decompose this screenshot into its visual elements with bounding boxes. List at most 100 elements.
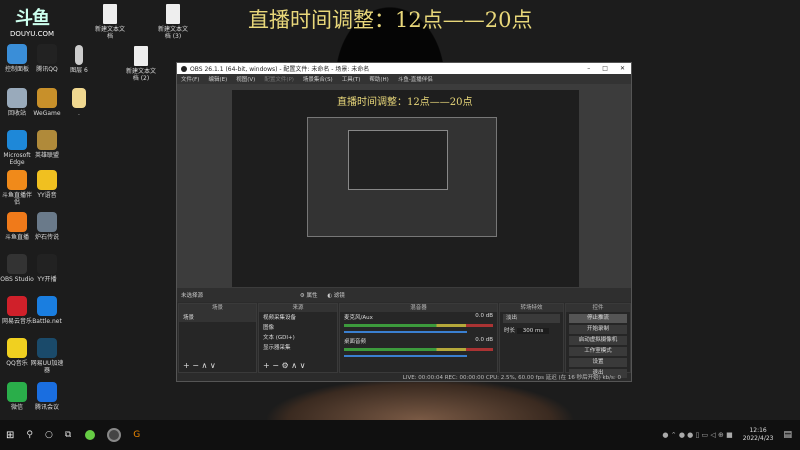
no-source-label: 未选择源	[181, 293, 204, 299]
obs-window: OBS 26.1.1 (64-bit, windows) - 配置文件: 未命名…	[176, 62, 632, 382]
scene-item[interactable]: 场景	[179, 312, 256, 322]
menu-bar: 文件(F) 编辑(E) 视图(V) 配置文件(P) 场景集合(S) 工具(T) …	[177, 74, 631, 84]
settings-button[interactable]: 设置	[569, 358, 627, 367]
desktop-icon-folder[interactable]: .	[62, 88, 96, 117]
desktop-icon[interactable]: 网易UU加速器	[30, 338, 64, 374]
desktop-icon[interactable]: OBS Studio	[0, 254, 34, 283]
desktop-icon-label: 斗鱼直播伴侣	[1, 192, 32, 206]
desktop-volume-slider[interactable]	[344, 355, 467, 357]
menu-profile[interactable]: 配置文件(P)	[264, 75, 294, 83]
duration-input[interactable]: 300 ms	[516, 328, 550, 334]
preview-headline: 直播时间调整：12点——20点	[337, 97, 473, 108]
desktop-icon-label: 炉石传说	[34, 234, 59, 241]
source-item[interactable]: 视频采集设备	[259, 312, 337, 322]
desktop-icon[interactable]: YY开播	[30, 254, 64, 283]
mic-meter	[344, 324, 493, 327]
preview-area[interactable]: 直播时间调整：12点——20点	[177, 84, 631, 288]
desktop-icon[interactable]: Microsoft Edge	[0, 130, 34, 166]
desktop-icon[interactable]: 腾讯会议	[30, 382, 64, 411]
menu-scene-collection[interactable]: 场景集合(S)	[303, 75, 333, 83]
desktop-icon-label: 腾讯会议	[34, 404, 59, 411]
desktop-icon-textfile-3[interactable]: 新建文本文档 (3)	[156, 4, 190, 40]
mixer-dock: 混音器 麦克风/Aux 0.0 dB 桌面音频 0.0 dB	[339, 303, 498, 373]
studio-mode-button[interactable]: 工作室模式	[569, 347, 627, 356]
desktop-icon-label: 英雄联盟	[34, 152, 59, 159]
title-bar: OBS 26.1.1 (64-bit, windows) - 配置文件: 未命名…	[177, 63, 631, 74]
app-icon	[37, 130, 57, 150]
desktop-icon[interactable]: 英雄联盟	[30, 130, 64, 159]
clock[interactable]: 12:16 2022/4/23	[743, 427, 774, 443]
app-icon	[7, 382, 27, 402]
desktop-icon[interactable]: WeGame	[30, 88, 64, 117]
desktop-icon[interactable]: QQ音乐	[0, 338, 34, 367]
app-icon	[7, 296, 27, 316]
desktop-icon[interactable]: 控制面板	[0, 44, 34, 73]
desktop-icon[interactable]: 炉石传说	[30, 212, 64, 241]
desktop-icon-label: OBS Studio	[0, 276, 34, 283]
source-toolbar: 未选择源 ⚙ 属性 ◐ 滤镜	[177, 288, 631, 302]
app-icon	[7, 88, 27, 108]
taskbar: ⊞ ⚲ ○ ⧉ G ● ⌃ ● ● ▯ ▭ ◁ ⊕ ■ 12:16 2022/4/…	[0, 420, 800, 450]
desktop-icon-textfile[interactable]: 新建文本文档	[93, 4, 127, 40]
close-button[interactable]: ✕	[620, 65, 625, 72]
menu-tools[interactable]: 工具(T)	[342, 75, 361, 83]
desktop-icon[interactable]: 回收站	[0, 88, 34, 117]
menu-view[interactable]: 视图(V)	[236, 75, 255, 83]
desktop-icon-layer6[interactable]: 图层 6	[62, 45, 96, 74]
source-controls[interactable]: + − ⚙ ∧ ∨	[263, 361, 305, 370]
desktop-icon-textfile-2[interactable]: 新建文本文档 (2)	[124, 46, 158, 82]
app-icon	[37, 382, 57, 402]
menu-file[interactable]: 文件(F)	[181, 75, 199, 83]
status-bar: LIVE: 00:00:04 REC: 00:00:00 CPU: 2.5%, …	[402, 375, 621, 381]
desktop-icon-label: Microsoft Edge	[3, 152, 31, 166]
stop-streaming-button[interactable]: 停止推流	[569, 314, 627, 323]
app-icon	[37, 296, 57, 316]
desktop-icon-label: Battle.net	[32, 318, 62, 325]
source-item[interactable]: 文本 (GDI+)	[259, 332, 337, 342]
desktop-icon[interactable]: YY语音	[30, 170, 64, 199]
notification-icon[interactable]: ▤	[783, 430, 792, 440]
transition-select[interactable]: 淡出	[503, 314, 560, 323]
maximize-button[interactable]: □	[602, 65, 608, 72]
start-button[interactable]: ⊞	[6, 430, 14, 441]
app-icon	[7, 254, 27, 274]
properties-button[interactable]: ⚙ 属性	[300, 293, 318, 299]
taskbar-app-green[interactable]	[85, 430, 96, 440]
source-item[interactable]: 图像	[259, 322, 337, 332]
desktop-icon-label: 斗鱼直播	[4, 234, 29, 241]
mic-volume-slider[interactable]	[344, 331, 467, 333]
menu-douyu[interactable]: 斗鱼-直播伴侣	[398, 75, 433, 83]
taskbar-app-obs[interactable]	[107, 428, 122, 442]
desktop-icon[interactable]: 腾讯QQ	[30, 44, 64, 73]
system-tray[interactable]: ● ⌃ ● ● ▯ ▭ ◁ ⊕ ■	[662, 431, 732, 439]
menu-help[interactable]: 帮助(H)	[369, 75, 388, 83]
search-icon[interactable]: ⚲	[26, 430, 33, 440]
minimize-button[interactable]: –	[587, 65, 590, 72]
menu-edit[interactable]: 编辑(E)	[208, 75, 227, 83]
app-icon	[37, 254, 57, 274]
douyu-logo: 斗鱼 DOUYU.COM	[9, 8, 55, 38]
scenes-dock: 场景 场景 + − ∧ ∨	[178, 303, 257, 373]
mixer-channel-desktop: 桌面音频 0.0 dB	[344, 337, 493, 345]
app-icon	[7, 44, 27, 64]
desktop-icon[interactable]: 斗鱼直播	[0, 212, 34, 241]
cortana-icon[interactable]: ○	[45, 430, 53, 440]
window-title: OBS 26.1.1 (64-bit, windows) - 配置文件: 未命名…	[190, 66, 370, 73]
source-item[interactable]: 显示器采集	[259, 342, 337, 352]
desktop-meter	[344, 348, 493, 351]
desktop-icon-label: 网易UU加速器	[30, 360, 64, 374]
nested-obs-window	[307, 117, 497, 237]
filters-button[interactable]: ◐ 滤镜	[327, 293, 345, 299]
scene-controls[interactable]: + − ∧ ∨	[183, 361, 216, 370]
taskbar-app-g[interactable]: G	[133, 430, 140, 440]
desktop-icon-label: YY语音	[37, 192, 57, 199]
desktop-icon[interactable]: 微信	[0, 382, 34, 411]
app-icon	[7, 212, 27, 232]
obs-icon	[181, 65, 187, 72]
desktop-icon[interactable]: 网易云音乐	[0, 296, 34, 325]
desktop-icon[interactable]: 斗鱼直播伴侣	[0, 170, 34, 206]
desktop-icon[interactable]: Battle.net	[30, 296, 64, 325]
task-view-icon[interactable]: ⧉	[65, 430, 71, 440]
virtual-camera-button[interactable]: 启动虚拟摄像机	[569, 336, 627, 345]
start-recording-button[interactable]: 开始录制	[569, 325, 627, 334]
